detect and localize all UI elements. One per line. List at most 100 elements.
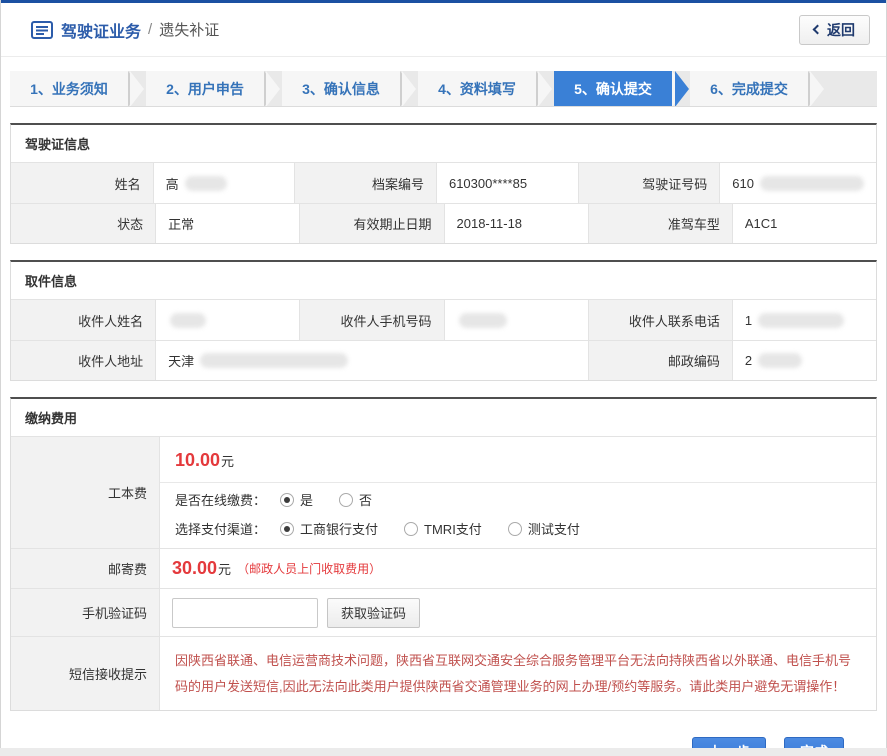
- radio-checked-icon[interactable]: [280, 493, 294, 507]
- radio-option-label: 测试支付: [528, 519, 580, 538]
- pickup-table-row: 收件人地址 天津 邮政编码 2: [11, 340, 876, 380]
- pickup-section-title: 取件信息: [11, 262, 876, 300]
- production-fee-amount-line: 10.00元: [160, 437, 876, 483]
- mail-fee-note: （邮政人员上门收取费用）: [237, 560, 381, 577]
- license-no-value-text: 610: [732, 176, 754, 191]
- fees-section: 缴纳费用 工本费 10.00元 是否在线缴费： 是 否: [10, 397, 877, 711]
- back-button[interactable]: 返回: [799, 15, 870, 45]
- radio-unchecked-icon[interactable]: [404, 522, 418, 536]
- name-label: 姓名: [11, 163, 153, 203]
- step-4-fill-data[interactable]: 4、资料填写: [418, 71, 536, 107]
- license-table-row: 姓名 高 档案编号 610300****85 驾驶证号码 610: [11, 163, 876, 203]
- name-value-text: 高: [166, 174, 179, 193]
- finish-button[interactable]: 完成: [784, 737, 844, 748]
- step-label: 6、完成提交: [710, 81, 788, 97]
- payment-channel-question: 选择支付渠道：: [175, 519, 266, 538]
- step-2-user-declaration[interactable]: 2、用户申告: [146, 71, 264, 107]
- step-label: 3、确认信息: [302, 81, 380, 97]
- previous-step-button[interactable]: 上一步: [692, 737, 766, 748]
- header: 驾驶证业务 / 遗失补证 返回: [1, 3, 886, 57]
- online-payment-option-no[interactable]: 否: [339, 490, 372, 509]
- payment-channel-question-row: 选择支付渠道： 工商银行支付 TMRI支付 测试支付: [160, 512, 876, 548]
- file-no-value: 610300****85: [436, 163, 578, 203]
- production-fee-unit: 元: [221, 454, 234, 469]
- pickup-info-section: 取件信息 收件人姓名 收件人手机号码 收件人联系电话 1 收件人地址 天津: [10, 260, 877, 381]
- footer-actions: 上一步 完成: [1, 737, 844, 748]
- sms-tip-value: 因陕西省联通、电信运营商技术问题，陕西省互联网交通安全综合服务管理平台无法向持陕…: [159, 636, 876, 710]
- valid-until-label: 有效期止日期: [299, 203, 443, 243]
- chevron-left-icon: [813, 25, 823, 35]
- radio-option-label: 工商银行支付: [300, 519, 378, 538]
- production-fee-value: 10.00元 是否在线缴费： 是 否 选择支付渠道：: [159, 437, 876, 548]
- license-info-section: 驾驶证信息 姓名 高 档案编号 610300****85 驾驶证号码 610 状…: [10, 123, 877, 244]
- production-fee-label: 工本费: [11, 437, 159, 548]
- radio-option-label: TMRI支付: [424, 519, 482, 538]
- sms-code-row: 手机验证码 获取验证码: [11, 588, 876, 636]
- license-list-icon: [31, 21, 53, 39]
- mail-fee-label: 邮寄费: [11, 548, 159, 588]
- sms-tip-text: 因陕西省联通、电信运营商技术问题，陕西省互联网交通安全综合服务管理平台无法向持陕…: [172, 644, 864, 703]
- step-6-complete-submit[interactable]: 6、完成提交: [690, 71, 808, 107]
- recipient-mobile-label: 收件人手机号码: [299, 300, 443, 340]
- redacted-value: [459, 313, 507, 328]
- radio-unchecked-icon[interactable]: [339, 493, 353, 507]
- vehicle-class-value: A1C1: [732, 203, 876, 243]
- recipient-phone-label: 收件人联系电话: [588, 300, 732, 340]
- online-payment-option-yes[interactable]: 是: [280, 490, 313, 509]
- channel-option-test[interactable]: 测试支付: [508, 519, 580, 538]
- license-section-title: 驾驶证信息: [11, 125, 876, 163]
- mail-fee-amount: 30.00: [172, 558, 217, 579]
- name-value: 高: [153, 163, 295, 203]
- pickup-table-row: 收件人姓名 收件人手机号码 收件人联系电话 1: [11, 300, 876, 340]
- redacted-value: [758, 313, 844, 328]
- production-fee-amount: 10.00: [175, 450, 220, 470]
- mail-fee-value: 30.00元 （邮政人员上门收取费用）: [159, 548, 876, 588]
- step-3-confirm-info[interactable]: 3、确认信息: [282, 71, 400, 107]
- radio-checked-icon[interactable]: [280, 522, 294, 536]
- fees-section-title: 缴纳费用: [11, 399, 876, 437]
- postal-code-value: 2: [732, 340, 876, 380]
- sms-tip-row: 短信接收提示 因陕西省联通、电信运营商技术问题，陕西省互联网交通安全综合服务管理…: [11, 636, 876, 710]
- redacted-value: [200, 353, 348, 368]
- recipient-name-label: 收件人姓名: [11, 300, 155, 340]
- sms-code-label: 手机验证码: [11, 588, 159, 636]
- recipient-phone-value-text: 1: [745, 313, 752, 328]
- production-fee-row: 工本费 10.00元 是否在线缴费： 是 否 选: [11, 437, 876, 548]
- recipient-phone-value: 1: [732, 300, 876, 340]
- radio-option-label: 否: [359, 490, 372, 509]
- vehicle-class-label: 准驾车型: [588, 203, 732, 243]
- redacted-value: [760, 176, 864, 191]
- step-wizard: 1、业务须知 2、用户申告 3、确认信息 4、资料填写 5、确认提交 6、完成提…: [10, 71, 877, 107]
- radio-unchecked-icon[interactable]: [508, 522, 522, 536]
- file-no-label: 档案编号: [294, 163, 436, 203]
- online-payment-question: 是否在线缴费：: [175, 490, 266, 509]
- get-code-button[interactable]: 获取验证码: [327, 598, 420, 628]
- sms-tip-label: 短信接收提示: [11, 636, 159, 710]
- step-label: 2、用户申告: [166, 81, 244, 97]
- sms-code-input[interactable]: [172, 598, 318, 628]
- step-5-confirm-submit[interactable]: 5、确认提交: [554, 71, 672, 107]
- breadcrumb-current: 遗失补证: [159, 19, 219, 40]
- license-table-row: 状态 正常 有效期止日期 2018-11-18 准驾车型 A1C1: [11, 203, 876, 243]
- step-label: 5、确认提交: [574, 81, 652, 97]
- recipient-address-value-text: 天津: [168, 351, 194, 370]
- license-no-label: 驾驶证号码: [578, 163, 720, 203]
- page-title: 驾驶证业务: [61, 18, 141, 42]
- redacted-value: [170, 313, 206, 328]
- step-1-business-notice[interactable]: 1、业务须知: [10, 71, 128, 107]
- postal-code-value-text: 2: [745, 353, 752, 368]
- page: 驾驶证业务 / 遗失补证 返回 1、业务须知 2、用户申告 3、确认信息 4、资…: [0, 0, 887, 748]
- mail-fee-unit: 元: [218, 559, 231, 578]
- channel-option-icbc[interactable]: 工商银行支付: [280, 519, 378, 538]
- recipient-address-label: 收件人地址: [11, 340, 155, 380]
- radio-option-label: 是: [300, 490, 313, 509]
- postal-code-label: 邮政编码: [588, 340, 732, 380]
- online-payment-question-row: 是否在线缴费： 是 否: [160, 483, 876, 512]
- channel-option-tmri[interactable]: TMRI支付: [404, 519, 482, 538]
- redacted-value: [185, 176, 227, 191]
- status-label: 状态: [11, 203, 155, 243]
- license-no-value: 610: [719, 163, 876, 203]
- sms-code-value: 获取验证码: [159, 588, 876, 636]
- redacted-value: [758, 353, 802, 368]
- status-value: 正常: [155, 203, 299, 243]
